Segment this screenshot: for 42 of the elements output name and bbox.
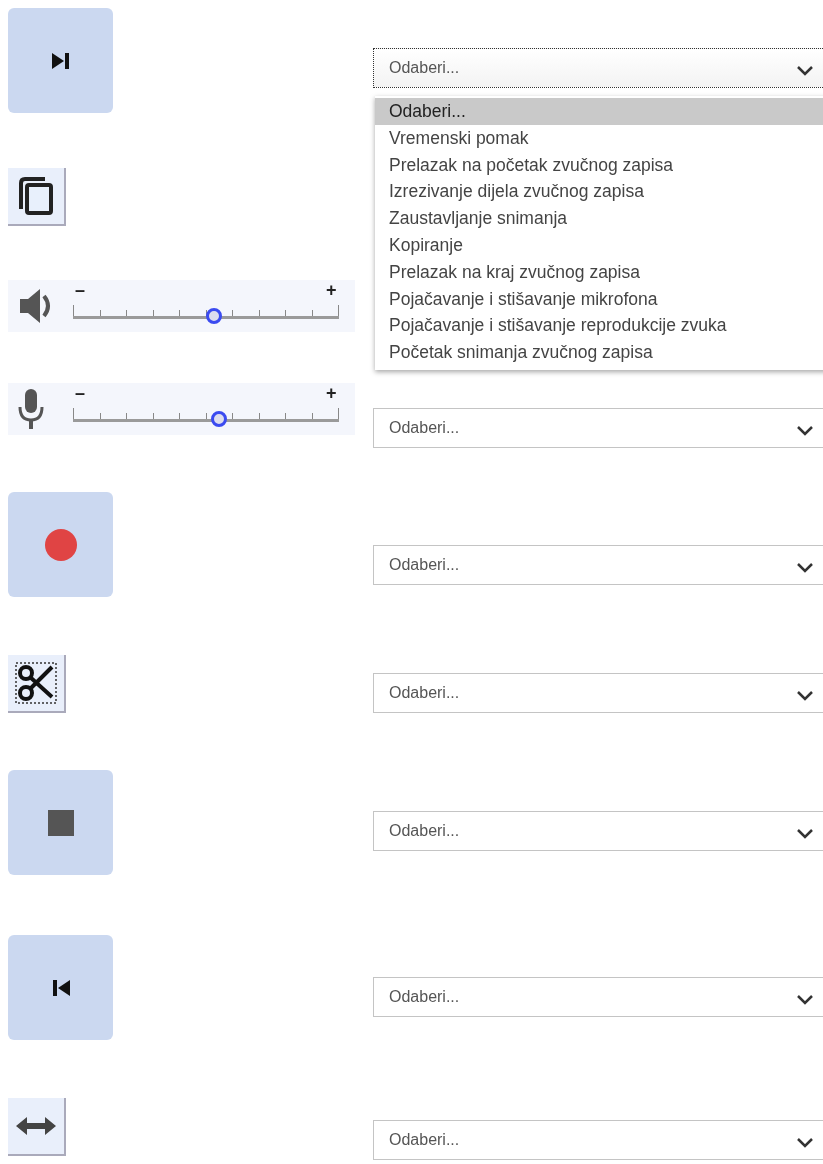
tool-button[interactable]: [8, 655, 66, 713]
chevron-down-icon: [797, 691, 813, 701]
dropdown-option[interactable]: Prelazak na početak zvučnog zapisa: [375, 151, 823, 179]
chevron-down-icon: [797, 563, 813, 573]
tool-button[interactable]: [8, 168, 66, 226]
dropdown-option[interactable]: Odaberi...: [375, 98, 823, 125]
dropdown-option[interactable]: Prelazak na kraj zvučnog zapisa: [375, 258, 823, 286]
chevron-down-icon: [797, 995, 813, 1005]
player-button[interactable]: [8, 492, 113, 597]
slider-track[interactable]: [73, 407, 339, 427]
double-arrow-icon: [14, 1115, 58, 1137]
select-field[interactable]: Odaberi...: [373, 48, 823, 88]
select-field[interactable]: Odaberi...: [373, 545, 823, 585]
select-field[interactable]: Odaberi...: [373, 811, 823, 851]
record-icon: [43, 527, 78, 562]
slider-track[interactable]: [73, 304, 339, 324]
select-field[interactable]: Odaberi...: [373, 408, 823, 448]
chevron-down-icon: [797, 1138, 813, 1148]
chevron-down-icon: [797, 426, 813, 436]
scissors-icon: [14, 661, 58, 705]
plus-label: +: [326, 383, 337, 403]
slider-thumb[interactable]: [205, 308, 222, 324]
dropdown-option[interactable]: Pojačavanje i stišavanje reprodukcije zvuka: [375, 312, 823, 340]
dropdown-option[interactable]: Vremenski pomak: [375, 124, 823, 152]
chevron-down-icon: [797, 66, 813, 76]
stop-icon: [46, 808, 75, 837]
select-field[interactable]: Odaberi...: [373, 1120, 823, 1160]
microphone-icon: [16, 387, 46, 431]
dropdown-option[interactable]: Pojačavanje i stišavanje mikrofona: [375, 285, 823, 313]
dropdown-option[interactable]: Izrezivanje dijela zvučnog zapisa: [375, 178, 823, 206]
chevron-down-icon: [797, 829, 813, 839]
plus-label: +: [326, 280, 337, 300]
minus-label: –: [75, 383, 85, 403]
player-button[interactable]: [8, 770, 113, 875]
select-field[interactable]: Odaberi...: [373, 673, 823, 713]
slider-thumb[interactable]: [211, 411, 228, 427]
tool-button[interactable]: [8, 1098, 66, 1156]
select-field[interactable]: Odaberi...: [373, 977, 823, 1017]
dropdown-option[interactable]: Zaustavljanje snimanja: [375, 205, 823, 232]
minus-label: –: [75, 280, 85, 300]
dropdown-option[interactable]: Početak snimanja zvučnog zapisa: [375, 339, 823, 366]
dropdown-option[interactable]: Kopiranje: [375, 232, 823, 259]
